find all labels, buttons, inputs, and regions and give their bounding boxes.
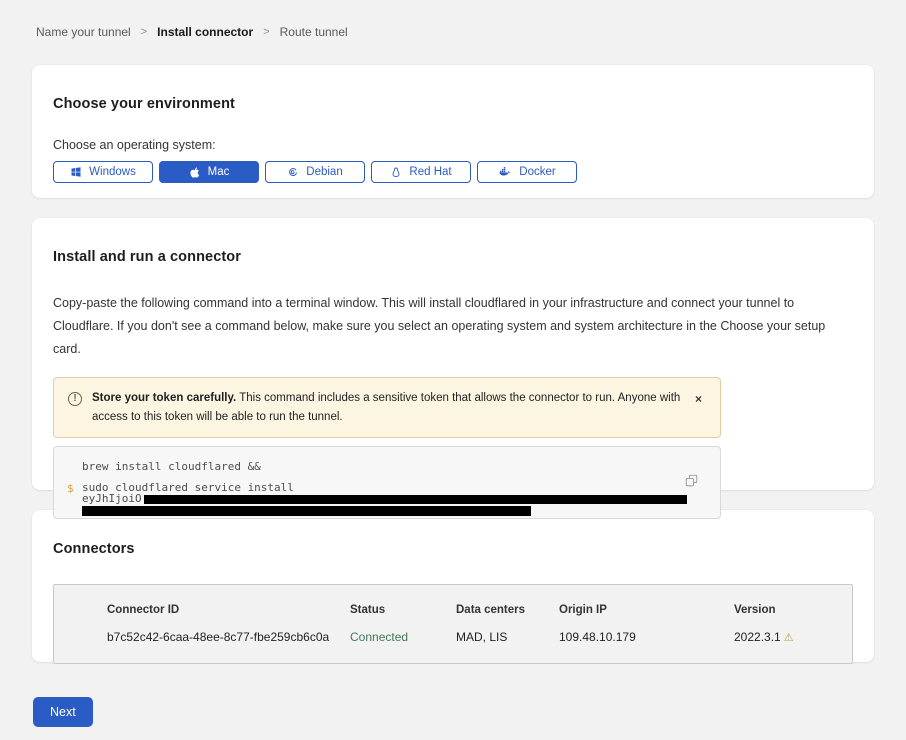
breadcrumb-route-tunnel[interactable]: Route tunnel bbox=[280, 25, 348, 39]
column-header-connector-id: Connector ID bbox=[107, 604, 350, 616]
breadcrumb-separator: > bbox=[141, 26, 147, 38]
next-button[interactable]: Next bbox=[33, 697, 93, 727]
alert-circle-icon: ! bbox=[68, 392, 82, 406]
connectors-table: Connector ID Status Data centers Origin … bbox=[53, 584, 853, 664]
os-button-windows[interactable]: Windows bbox=[53, 161, 153, 183]
connectors-table-header: Connector ID Status Data centers Origin … bbox=[107, 604, 852, 616]
os-button-label: Docker bbox=[519, 166, 555, 178]
windows-icon bbox=[70, 166, 82, 178]
os-button-label: Red Hat bbox=[409, 166, 451, 178]
debian-icon bbox=[287, 166, 299, 178]
connectors-title: Connectors bbox=[53, 541, 853, 557]
column-header-version: Version bbox=[734, 604, 852, 616]
docker-icon bbox=[498, 166, 512, 178]
os-button-label: Debian bbox=[306, 166, 342, 178]
install-connector-description: Copy-paste the following command into a … bbox=[53, 292, 853, 361]
redhat-icon bbox=[390, 166, 402, 179]
warning-triangle-icon: ⚠ bbox=[784, 632, 794, 644]
token-prefix: eyJhIjoiO bbox=[82, 492, 142, 505]
copy-icon[interactable] bbox=[685, 474, 698, 487]
os-button-mac[interactable]: Mac bbox=[159, 161, 259, 183]
install-connector-card: Install and run a connector Copy-paste t… bbox=[32, 218, 874, 490]
apple-icon bbox=[189, 166, 201, 179]
data-centers-value: MAD, LIS bbox=[456, 630, 559, 644]
install-command-code-block: brew install cloudflared && $ sudo cloud… bbox=[53, 446, 721, 519]
breadcrumb-install-connector[interactable]: Install connector bbox=[157, 25, 253, 39]
connectors-card: Connectors Connector ID Status Data cent… bbox=[32, 510, 874, 662]
column-header-origin-ip: Origin IP bbox=[559, 604, 734, 616]
version-value: 2022.3.1⚠ bbox=[734, 630, 852, 644]
close-icon[interactable]: × bbox=[695, 393, 702, 405]
footer: Next bbox=[33, 697, 874, 727]
token-redaction-bar bbox=[82, 506, 531, 516]
os-button-group: Windows Mac Debian Red Hat bbox=[53, 161, 853, 183]
column-header-data-centers: Data centers bbox=[456, 604, 559, 616]
status-badge: Connected bbox=[350, 630, 456, 644]
tunnel-setup-page: Name your tunnel > Install connector > R… bbox=[0, 0, 906, 727]
token-redaction-bar bbox=[144, 495, 687, 504]
code-command-text: brew install cloudflared && bbox=[82, 461, 261, 472]
token-warning-title: Store your token carefully. bbox=[92, 392, 236, 404]
token-warning-text: Store your token carefully. This command… bbox=[92, 389, 695, 426]
code-prompt-empty bbox=[67, 461, 82, 472]
choose-environment-card: Choose your environment Choose an operat… bbox=[32, 65, 874, 198]
code-prompt-dollar: $ bbox=[67, 482, 82, 516]
install-connector-title: Install and run a connector bbox=[53, 249, 853, 265]
table-row: b7c52c42-6caa-48ee-8c77-fbe259cb6c0a Con… bbox=[107, 630, 852, 644]
breadcrumb-separator: > bbox=[263, 26, 269, 38]
connector-id-value: b7c52c42-6caa-48ee-8c77-fbe259cb6c0a bbox=[107, 630, 350, 644]
token-warning-banner: ! Store your token carefully. This comma… bbox=[53, 377, 721, 438]
breadcrumb-name-your-tunnel[interactable]: Name your tunnel bbox=[36, 25, 131, 39]
os-button-docker[interactable]: Docker bbox=[477, 161, 577, 183]
os-button-debian[interactable]: Debian bbox=[265, 161, 365, 183]
os-button-redhat[interactable]: Red Hat bbox=[371, 161, 471, 183]
version-number: 2022.3.1 bbox=[734, 630, 781, 644]
os-button-label: Windows bbox=[89, 166, 136, 178]
code-line-sudo: $ sudo cloudflared service install eyJhI… bbox=[67, 482, 706, 516]
column-header-status: Status bbox=[350, 604, 456, 616]
code-command-text: sudo cloudflared service install eyJhIjo… bbox=[82, 482, 687, 516]
code-line-brew: brew install cloudflared && bbox=[67, 461, 706, 472]
os-select-label: Choose an operating system: bbox=[53, 138, 853, 152]
breadcrumb: Name your tunnel > Install connector > R… bbox=[36, 25, 874, 39]
choose-environment-title: Choose your environment bbox=[53, 96, 853, 112]
origin-ip-value: 109.48.10.179 bbox=[559, 630, 734, 644]
os-button-label: Mac bbox=[208, 166, 230, 178]
